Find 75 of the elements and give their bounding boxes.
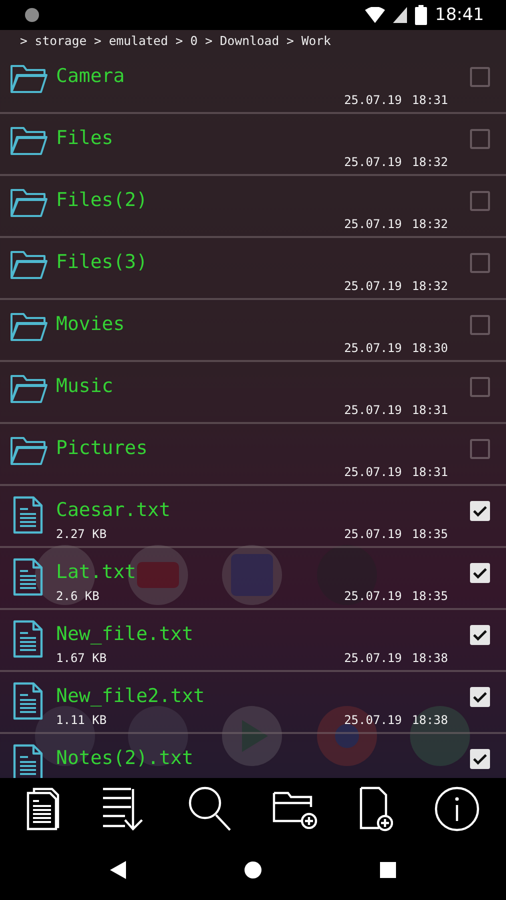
- modified-time: 18:35: [412, 526, 448, 542]
- document-icon: [13, 682, 43, 720]
- folder-name: Movies: [56, 312, 125, 337]
- file-size: 1.11 KB: [56, 712, 107, 728]
- modified-date: 25.07.19: [344, 526, 402, 542]
- document-icon: [13, 620, 43, 658]
- document-icon: [13, 744, 43, 778]
- checkbox[interactable]: [470, 315, 490, 335]
- file-name: Caesar.txt: [56, 498, 170, 523]
- new-folder-icon[interactable]: [272, 789, 318, 829]
- modified-date: 25.07.19: [344, 650, 402, 666]
- modified-time: 18:32: [412, 154, 448, 170]
- modified-time: 18:32: [412, 278, 448, 294]
- folder-icon: [10, 186, 48, 218]
- checkbox[interactable]: [470, 129, 490, 149]
- signal-icon: [393, 7, 407, 23]
- folder-icon: [10, 372, 48, 404]
- checkbox[interactable]: [470, 625, 490, 645]
- modified-date: 25.07.19: [344, 464, 402, 480]
- checkbox[interactable]: [470, 501, 490, 521]
- modified-time: 18:31: [412, 464, 448, 480]
- folder-icon: [10, 62, 48, 94]
- search-icon[interactable]: [188, 786, 232, 832]
- folder-name: Files(3): [56, 250, 148, 275]
- new-file-icon[interactable]: [358, 786, 393, 832]
- battery-icon: [415, 5, 427, 25]
- file-name: New_file.txt: [56, 622, 194, 647]
- folder-name: Music: [56, 374, 114, 399]
- modified-time: 18:35: [412, 588, 448, 604]
- checkbox[interactable]: [470, 749, 490, 769]
- folder-icon: [10, 434, 48, 466]
- modified-time: 18:32: [412, 216, 448, 232]
- file-name: New_file2.txt: [56, 684, 205, 709]
- modified-date: 25.07.19: [344, 402, 402, 418]
- wifi-icon: [365, 7, 385, 23]
- file-size: 2.6 KB: [56, 588, 100, 604]
- file-size: 1.67 KB: [56, 650, 107, 666]
- folder-icon: [10, 124, 48, 156]
- checkbox[interactable]: [470, 563, 490, 583]
- folder-name: Camera: [56, 64, 125, 89]
- folder-icon: [10, 248, 48, 280]
- modified-date: 25.07.19: [344, 588, 402, 604]
- notification-dot-icon: [24, 7, 40, 23]
- checkbox[interactable]: [470, 439, 490, 459]
- modified-time: 18:38: [412, 712, 448, 728]
- folder-name: Files(2): [56, 188, 148, 213]
- file-name: Lat.txt: [56, 560, 136, 585]
- checkbox[interactable]: [470, 191, 490, 211]
- info-icon[interactable]: [434, 786, 480, 832]
- modified-date: 25.07.19: [344, 340, 402, 356]
- modified-date: 25.07.19: [344, 712, 402, 728]
- modified-time: 18:31: [412, 402, 448, 418]
- file-name: Notes(2).txt: [56, 746, 194, 771]
- home-icon[interactable]: [244, 861, 262, 879]
- file-size: 2.27 KB: [56, 526, 107, 542]
- modified-date: 25.07.19: [344, 278, 402, 294]
- modified-date: 25.07.19: [344, 216, 402, 232]
- checkbox[interactable]: [470, 253, 490, 273]
- status-time: 18:41: [435, 5, 484, 25]
- document-icon: [13, 496, 43, 534]
- modified-time: 18:30: [412, 340, 448, 356]
- documents-icon[interactable]: [26, 787, 60, 831]
- back-icon[interactable]: [110, 861, 126, 879]
- checkbox[interactable]: [470, 687, 490, 707]
- checkbox[interactable]: [470, 67, 490, 87]
- modified-date: 25.07.19: [344, 92, 402, 108]
- modified-time: 18:38: [412, 650, 448, 666]
- checkbox[interactable]: [470, 377, 490, 397]
- folder-icon: [10, 310, 48, 342]
- folder-name: Files: [56, 126, 114, 151]
- modified-time: 18:31: [412, 92, 448, 108]
- breadcrumb-path: > storage > emulated > 0 > Download > Work: [19, 33, 332, 50]
- document-icon: [13, 558, 43, 596]
- folder-name: Pictures: [56, 436, 148, 461]
- modified-date: 25.07.19: [344, 154, 402, 170]
